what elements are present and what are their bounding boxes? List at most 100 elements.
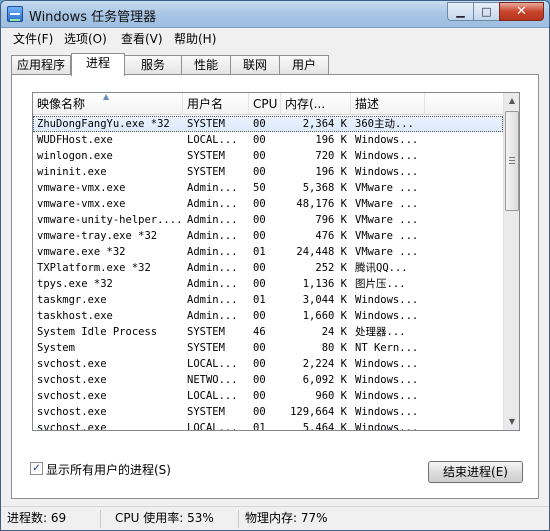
process-row[interactable]: vmware.exe *32 Admin... 01 24,448 K VMware .… — [33, 244, 503, 260]
title-bar[interactable]: Windows 任务管理器 ▁ □ ✕ — [1, 1, 549, 28]
process-cpu: 00 — [253, 262, 266, 274]
process-cpu: 00 — [253, 406, 266, 418]
tab-services[interactable]: 服务 — [124, 55, 182, 75]
process-cpu: 01 — [253, 422, 266, 431]
process-name: TXPlatform.exe *32 — [37, 262, 151, 274]
process-row[interactable]: System SYSTEM 00 80 K NT Kern... — [33, 340, 503, 356]
process-row[interactable]: ZhuDongFangYu.exe *32 SYSTEM 00 2,364 K 360主… — [33, 116, 503, 132]
vertical-scrollbar[interactable]: ▲ ▼ — [503, 93, 519, 430]
process-name: wininit.exe — [37, 166, 107, 178]
process-row[interactable]: svchost.exe NETWO... 00 6,092 K Windows... — [33, 372, 503, 388]
close-button[interactable]: ✕ — [499, 2, 544, 21]
process-description: VMware ... — [355, 230, 419, 242]
tab-networking[interactable]: 联网 — [230, 55, 280, 75]
tab-users[interactable]: 用户 — [279, 55, 329, 75]
process-cpu: 46 — [253, 326, 266, 338]
process-user: LOCAL... — [187, 358, 238, 370]
process-name: svchost.exe — [37, 374, 107, 386]
process-row[interactable]: WUDFHost.exe LOCAL... 00 196 K Windows... — [33, 132, 503, 148]
process-list[interactable]: 映像名称 ▲ 用户名 CPU 内存(... 描述 ZhuDongFangYu.e… — [32, 92, 520, 431]
process-row[interactable]: vmware-vmx.exe Admin... 00 48,176 K VMware .… — [33, 196, 503, 212]
column-user-name[interactable]: 用户名 — [183, 93, 249, 115]
process-row[interactable]: svchost.exe LOCAL... 00 960 K Windows... — [33, 388, 503, 404]
process-description: 360主动... — [355, 118, 414, 130]
process-row[interactable]: vmware-unity-helper.... Admin... 00 796 K VM… — [33, 212, 503, 228]
process-description: VMware ... — [355, 182, 419, 194]
process-cpu: 00 — [253, 374, 266, 386]
process-row[interactable]: winlogon.exe SYSTEM 00 720 K Windows... — [33, 148, 503, 164]
process-name: ZhuDongFangYu.exe *32 — [37, 118, 170, 130]
tab-applications[interactable]: 应用程序 — [11, 55, 71, 75]
process-cpu: 00 — [253, 390, 266, 402]
tab-performance[interactable]: 性能 — [181, 55, 231, 75]
menu-options[interactable]: 选项(O) — [64, 30, 107, 47]
process-description: Windows... — [355, 390, 419, 402]
process-name: winlogon.exe — [37, 150, 113, 162]
process-user: Admin... — [187, 230, 238, 242]
column-cpu[interactable]: CPU — [249, 93, 281, 115]
process-name: System Idle Process — [37, 326, 158, 338]
menu-help[interactable]: 帮助(H) — [174, 30, 216, 47]
process-row[interactable]: taskmgr.exe Admin... 01 3,044 K Windows... — [33, 292, 503, 308]
process-description: 处理器... — [355, 326, 406, 338]
process-user: SYSTEM — [187, 166, 225, 178]
column-description[interactable]: 描述 — [351, 93, 425, 115]
process-description: NT Kern... — [355, 342, 419, 354]
process-row[interactable]: svchost.exe SYSTEM 00 129,664 K Windows... — [33, 404, 503, 420]
maximize-button[interactable]: □ — [473, 2, 500, 21]
show-all-users-label[interactable]: 显示所有用户的进程(S) — [46, 461, 171, 478]
scroll-down-icon[interactable]: ▼ — [504, 414, 519, 430]
column-memory[interactable]: 内存(... — [281, 93, 351, 115]
process-cpu: 50 — [253, 182, 266, 194]
process-row[interactable]: wininit.exe SYSTEM 00 196 K Windows... — [33, 164, 503, 180]
process-description: Windows... — [355, 150, 419, 162]
process-memory: 796 K — [315, 214, 347, 226]
process-description: Windows... — [355, 310, 419, 322]
process-user: SYSTEM — [187, 150, 225, 162]
process-memory: 2,364 K — [302, 118, 347, 130]
tab-processes[interactable]: 进程 — [71, 53, 125, 76]
column-image-name[interactable]: 映像名称 ▲ — [33, 93, 183, 115]
process-row[interactable]: svchost.exe LOCAL... 01 5,464 K Windows... — [33, 420, 503, 431]
process-user: LOCAL... — [187, 134, 238, 146]
process-name: WUDFHost.exe — [37, 134, 113, 146]
process-user: SYSTEM — [187, 326, 225, 338]
show-all-users-checkbox[interactable]: ✓ — [30, 462, 43, 475]
process-description: Windows... — [355, 166, 419, 178]
process-memory: 960 K — [315, 390, 347, 402]
process-cpu: 01 — [253, 246, 266, 258]
process-cpu: 00 — [253, 310, 266, 322]
end-process-button[interactable]: 结束进程(E) — [428, 461, 523, 483]
grip-icon — [509, 157, 515, 164]
process-cpu: 00 — [253, 278, 266, 290]
process-description: Windows... — [355, 374, 419, 386]
process-row[interactable]: System Idle Process SYSTEM 46 24 K 处理器... — [33, 324, 503, 340]
process-row[interactable]: vmware-vmx.exe Admin... 50 5,368 K VMware ..… — [33, 180, 503, 196]
process-row[interactable]: TXPlatform.exe *32 Admin... 00 252 K 腾讯QQ... — [33, 260, 503, 276]
scroll-up-icon[interactable]: ▲ — [504, 93, 519, 109]
menu-file[interactable]: 文件(F) — [13, 30, 53, 47]
list-header: 映像名称 ▲ 用户名 CPU 内存(... 描述 — [33, 93, 503, 115]
process-description: Windows... — [355, 358, 419, 370]
status-bar: 进程数: 69 CPU 使用率: 53% 物理内存: 77% — [1, 506, 549, 530]
process-row[interactable]: vmware-tray.exe *32 Admin... 00 476 K VMware… — [33, 228, 503, 244]
scroll-thumb[interactable] — [505, 111, 519, 211]
process-description: Windows... — [355, 422, 419, 431]
menu-view[interactable]: 查看(V) — [121, 30, 163, 47]
process-name: vmware-unity-helper.... — [37, 214, 183, 226]
process-memory: 24,448 K — [296, 246, 347, 258]
process-row[interactable]: tpys.exe *32 Admin... 00 1,136 K 图片压... — [33, 276, 503, 292]
status-physical-memory: 物理内存: 77% — [245, 511, 328, 525]
process-description: VMware ... — [355, 214, 419, 226]
process-row[interactable]: svchost.exe LOCAL... 00 2,224 K Windows... — [33, 356, 503, 372]
process-cpu: 00 — [253, 166, 266, 178]
process-name: taskmgr.exe — [37, 294, 107, 306]
process-name: taskhost.exe — [37, 310, 113, 322]
process-name: svchost.exe — [37, 390, 107, 402]
process-cpu: 00 — [253, 230, 266, 242]
process-user: SYSTEM — [187, 342, 225, 354]
process-user: Admin... — [187, 198, 238, 210]
process-name: tpys.exe *32 — [37, 278, 113, 290]
process-row[interactable]: taskhost.exe Admin... 00 1,660 K Windows... — [33, 308, 503, 324]
minimize-button[interactable]: ▁ — [447, 2, 474, 21]
